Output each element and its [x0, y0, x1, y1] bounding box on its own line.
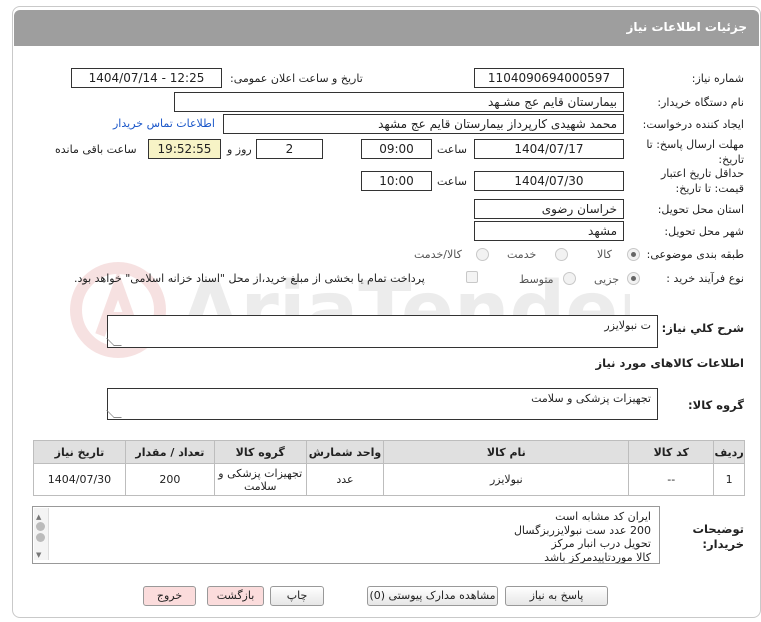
- announce-label: تاریخ و ساعت اعلان عمومی:: [230, 72, 363, 85]
- need-number-label: شماره نیاز:: [691, 72, 744, 85]
- col-header-goods-code: کد کالا: [628, 440, 715, 464]
- purchase-type-label: نوع فرآیند خرید :: [666, 272, 744, 285]
- treasury-payment-checkbox[interactable]: [466, 271, 478, 283]
- summary-label: شرح کلي نياز:: [661, 321, 744, 335]
- remaining-time-label: ساعت باقی مانده: [55, 143, 137, 156]
- purchase-option-minor: جزیی: [594, 273, 620, 286]
- col-header-row-number: ردیف: [713, 440, 745, 464]
- exit-button[interactable]: خروج: [143, 586, 196, 606]
- goods-group-textarea[interactable]: تجهیزات پزشکی و سلامت: [106, 388, 658, 420]
- note-line: 200 عدد ست نبولایزربزگسال: [513, 523, 651, 537]
- category-option-goods: کالا: [597, 248, 612, 261]
- category-label: طبقه بندی موضوعی:: [646, 248, 744, 261]
- cell-goods-code: --: [628, 463, 715, 496]
- deadline-date-field: 1404/07/17: [474, 139, 624, 159]
- deadline-time-label: ساعت: [437, 143, 467, 156]
- city-label: شهر محل تحویل:: [664, 225, 744, 238]
- days-remaining-field: 2: [256, 139, 323, 159]
- requester-field: محمد شهیدی کارپرداز بیمارستان قایم عج مش…: [223, 114, 624, 134]
- announce-datetime-field: 1404/07/14 - 12:25: [71, 68, 222, 88]
- panel-header: جزئیات اطلاعات نیاز: [14, 10, 759, 46]
- goods-table: ردیف کد کالا نام کالا واحد شمارش گروه کا…: [33, 440, 745, 496]
- cell-row-number: 1: [713, 463, 745, 496]
- validity-label: حداقل تاریخ اعتبار قیمت: تا تاریخ:: [660, 167, 744, 195]
- cell-quantity: 200: [124, 463, 215, 496]
- purchase-radio-medium[interactable]: [563, 272, 576, 285]
- category-radio-goods[interactable]: [627, 248, 640, 261]
- col-header-goods-name: نام کالا: [383, 440, 630, 464]
- deadline-label: مهلت ارسال پاسخ: تا تاریخ:: [646, 138, 744, 166]
- reply-button[interactable]: پاسخ به نیاز: [505, 586, 608, 606]
- goods-section-title: اطلاعات کالاهای مورد نیاز: [595, 356, 744, 370]
- cell-goods-group: تجهیزات پزشکی و سلامت: [213, 463, 307, 496]
- scroll-thumb-icon[interactable]: [36, 533, 45, 542]
- cell-goods-name: نبولایزر: [383, 463, 630, 496]
- scroll-down-icon[interactable]: ▼: [36, 549, 41, 563]
- purchase-radio-minor[interactable]: [627, 272, 640, 285]
- province-label: استان محل تحویل:: [657, 203, 744, 216]
- buyer-notes-box[interactable]: ایران کد مشابه است 200 عدد ست نبولایزربز…: [32, 506, 660, 564]
- note-line: کالا موردتاییدمرکز باشد: [544, 550, 651, 564]
- validity-date-field: 1404/07/30: [474, 171, 624, 191]
- validity-time-field: 10:00: [361, 171, 432, 191]
- col-header-goods-group: گروه کالا: [213, 440, 307, 464]
- validity-time-label: ساعت: [437, 175, 467, 188]
- resize-handle-icon[interactable]: [106, 338, 122, 346]
- summary-textarea[interactable]: ت نبولایزر: [106, 315, 658, 348]
- resize-handle-icon[interactable]: [106, 410, 122, 418]
- requester-label: ایجاد کننده درخواست:: [642, 118, 744, 131]
- back-button[interactable]: بازگشت: [207, 586, 264, 606]
- deadline-time-field: 09:00: [361, 139, 432, 159]
- col-header-need-date: تاریخ نیاز: [33, 440, 126, 464]
- goods-group-text: تجهیزات پزشکی و سلامت: [531, 392, 651, 405]
- scroll-thumb-icon[interactable]: [36, 522, 45, 531]
- buyer-notes-label: توضیحات خریدار:: [692, 522, 745, 551]
- table-row[interactable]: 1 -- نبولایزر عدد تجهیزات پزشکی و سلامت …: [33, 463, 745, 496]
- view-attachments-button[interactable]: مشاهده مدارک پیوستی (0): [367, 586, 498, 606]
- buyer-org-field: بیمارستان قایم عج مشـهد: [174, 92, 624, 112]
- summary-text: ت نبولایزر: [604, 319, 651, 332]
- goods-group-label: گروه کالا:: [688, 398, 744, 412]
- table-header-row: ردیف کد کالا نام کالا واحد شمارش گروه کا…: [33, 440, 745, 464]
- category-radio-service[interactable]: [555, 248, 568, 261]
- buyer-org-label: نام دستگاه خریدار:: [657, 96, 744, 109]
- city-field: مشهد: [474, 221, 624, 241]
- buyer-contact-link[interactable]: اطلاعات تماس خریدار: [113, 117, 215, 130]
- print-button[interactable]: چاپ: [270, 586, 324, 606]
- days-label: روز و: [227, 143, 252, 156]
- note-line: ایران کد مشابه است: [555, 510, 651, 523]
- note-line: تحویل درب انبار مرکز: [551, 537, 651, 550]
- col-header-unit: واحد شمارش: [305, 440, 385, 464]
- remaining-time-field: 19:52:55: [148, 139, 221, 159]
- category-radio-goods-service[interactable]: [476, 248, 489, 261]
- notes-scrollbar[interactable]: ▲ ▼: [34, 508, 49, 560]
- category-option-service: خدمت: [507, 248, 537, 261]
- col-header-quantity: تعداد / مقدار: [124, 440, 215, 464]
- category-option-goods-service: کالا/خدمت: [414, 248, 462, 261]
- need-number-field: 1104090694000597: [474, 68, 624, 88]
- purchase-option-medium: متوسط: [519, 273, 554, 286]
- treasury-payment-note: پرداخت تمام یا بخشی از مبلغ خرید،از محل …: [74, 272, 425, 285]
- province-field: خراسان رضوی: [474, 199, 624, 219]
- page-title: جزئیات اطلاعات نیاز: [626, 20, 747, 34]
- cell-unit: عدد: [305, 463, 385, 496]
- cell-need-date: 1404/07/30: [33, 463, 126, 496]
